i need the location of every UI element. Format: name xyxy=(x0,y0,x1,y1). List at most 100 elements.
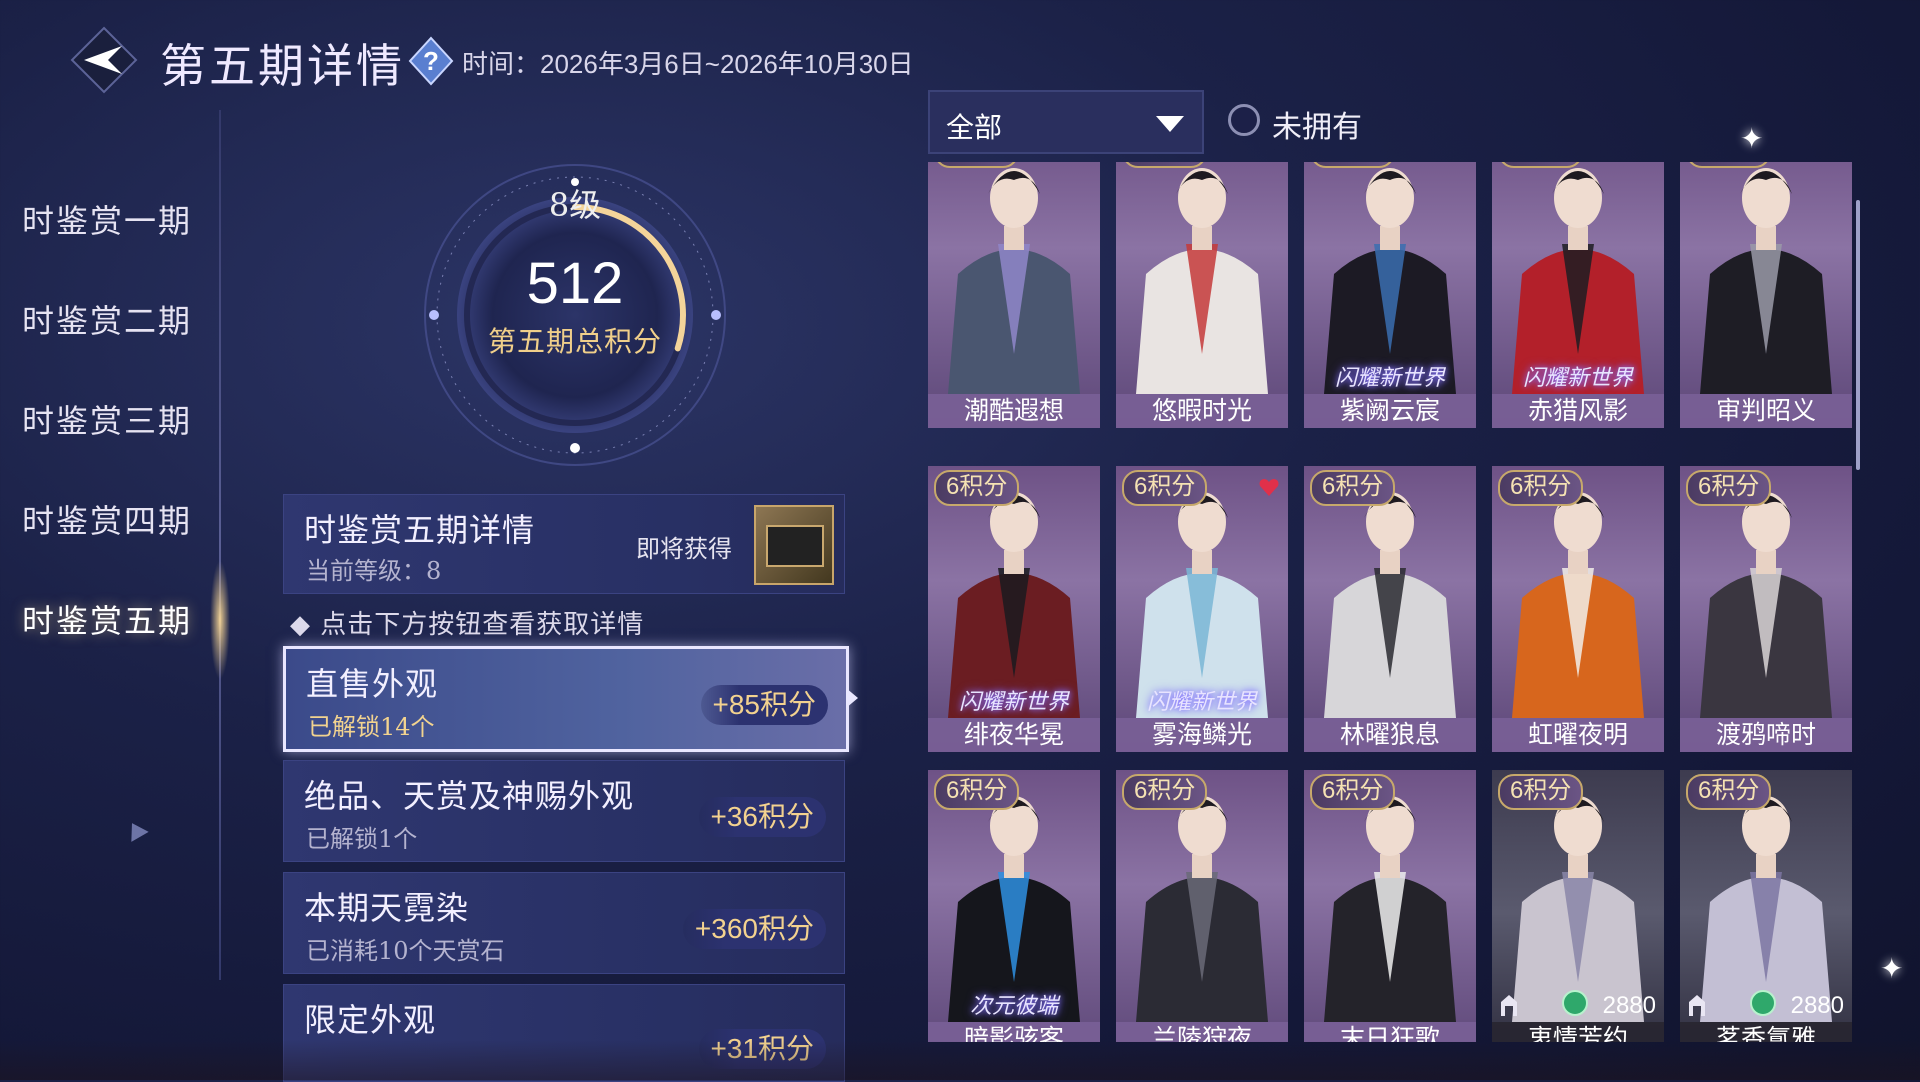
page-title: 第五期详情 xyxy=(160,39,405,93)
chevron-down-icon xyxy=(1156,116,1184,132)
help-button[interactable]: ? xyxy=(408,36,454,86)
outfit-name: 衷情芳约 xyxy=(1492,1022,1664,1042)
character-portrait xyxy=(1512,492,1644,718)
category-score: +85积分 xyxy=(700,685,828,725)
sparkle-decoration: ✦ xyxy=(1880,952,1904,985)
category-premium[interactable]: 绝品、天赏及神赐外观 已解锁1个 +36积分 xyxy=(283,760,845,862)
sidebar-item-season-1[interactable]: 时鉴赏一期 xyxy=(22,196,192,242)
outfit-name: 悠暇时光 xyxy=(1116,394,1288,428)
outfit-card[interactable]: 6积分潮酷遐想 xyxy=(928,162,1100,428)
character-portrait xyxy=(948,168,1080,394)
outfit-card[interactable]: 6积分悠暇时光 xyxy=(1116,162,1288,428)
category-subtitle: 已解锁1个 xyxy=(306,825,418,853)
price: 2880 xyxy=(1602,992,1656,1019)
sidebar-item-season-4[interactable]: 时鉴赏四期 xyxy=(22,496,192,542)
outfit-card[interactable]: 6积分次元彼端暗影骇客 xyxy=(928,770,1100,1042)
question-icon: ? xyxy=(408,36,454,86)
outfit-name: 紫阙云宸 xyxy=(1304,394,1476,428)
category-subtitle: 已消耗10个天赏石 xyxy=(306,937,505,965)
category-direct-sale[interactable]: 直售外观 已解锁14个 +85积分 xyxy=(283,646,849,752)
outfit-card[interactable]: 6积分 2880 衷情芳约 xyxy=(1492,770,1664,1042)
currency-icon xyxy=(1750,990,1776,1016)
sparkle-decoration: ✦ xyxy=(1740,122,1764,155)
total-score-label: 第五期总积分 xyxy=(487,325,662,358)
outfit-name: 林曜狼息 xyxy=(1304,718,1476,752)
points-badge: 6积分 xyxy=(934,162,1020,168)
outfit-name: 雾海鳞光 xyxy=(1116,718,1288,752)
outfit-card[interactable]: 6积分闪耀新世界紫阙云宸 xyxy=(1304,162,1476,428)
collection-tag: 闪耀新世界 xyxy=(1522,366,1633,391)
total-score: 512 xyxy=(526,251,624,316)
season-detail-panel[interactable]: 时鉴赏五期详情 当前等级：8 即将获得 xyxy=(283,494,845,594)
outfit-name: 暗影骇客 xyxy=(928,1022,1100,1042)
points-badge: 6积分 xyxy=(1122,774,1208,810)
sidebar-divider xyxy=(219,110,221,980)
lock-icon xyxy=(1501,995,1517,1016)
outfit-name: 绯夜华冕 xyxy=(928,718,1100,752)
points-badge: 6积分 xyxy=(1498,774,1584,810)
character-portrait xyxy=(1324,492,1456,718)
points-badge: 6积分 xyxy=(1310,774,1396,810)
collection-tag: 闪耀新世界 xyxy=(1334,366,1445,391)
character-portrait xyxy=(1700,168,1832,394)
category-title: 直售外观 xyxy=(306,665,439,703)
points-badge: 6积分 xyxy=(1686,774,1772,810)
points-badge: 6积分 xyxy=(1310,162,1396,168)
price: 2880 xyxy=(1790,992,1844,1019)
outfit-name: 审判昭义 xyxy=(1680,394,1852,428)
not-owned-radio[interactable] xyxy=(1228,104,1260,136)
filter-selected: 全部 xyxy=(946,111,1003,144)
score-ring: 8级 512 第五期总积分 xyxy=(420,160,730,470)
outfit-card[interactable]: 6积分闪耀新世界赤猎风影 xyxy=(1492,162,1664,428)
category-title: 绝品、天赏及神赐外观 xyxy=(304,777,635,815)
category-subtitle: 已解锁14个 xyxy=(308,713,435,741)
points-badge: 6积分 xyxy=(1686,470,1772,506)
outfit-card[interactable]: 6积分 末日狂歌 xyxy=(1304,770,1476,1042)
outfit-name: 赤猎风影 xyxy=(1492,394,1664,428)
currency-icon xyxy=(1562,990,1588,1016)
outfit-card[interactable]: 6积分审判昭义 xyxy=(1680,162,1852,428)
collection-tag: 闪耀新世界 xyxy=(958,690,1069,715)
sidebar-item-season-3[interactable]: 时鉴赏三期 xyxy=(22,396,192,442)
lock-icon xyxy=(1689,995,1705,1016)
outfit-grid: 6积分潮酷遐想6积分悠暇时光6积分闪耀新世界紫阙云宸6积分闪耀新世界赤猎风影6积… xyxy=(928,162,1858,1042)
outfit-name: 渡鸦啼时 xyxy=(1680,718,1852,752)
back-button[interactable] xyxy=(68,24,140,96)
category-title: 限定外观 xyxy=(304,1001,437,1039)
outfit-name: 虹曜夜明 xyxy=(1492,718,1664,752)
triangle-decoration xyxy=(123,818,149,842)
date-range: 时间：2026年3月6日~2026年10月30日 xyxy=(462,49,914,79)
category-dye[interactable]: 本期天霓染 已消耗10个天赏石 +360积分 xyxy=(283,872,845,974)
outfit-card[interactable]: 6积分 兰陵狩夜 xyxy=(1116,770,1288,1042)
heart-icon xyxy=(1259,479,1279,496)
points-badge: 6积分 xyxy=(934,470,1020,506)
scrollbar[interactable] xyxy=(1856,200,1860,470)
current-level: 当前等级：8 xyxy=(306,557,442,585)
character-portrait xyxy=(1136,796,1268,1022)
bottom-shade xyxy=(0,1040,1920,1080)
collection-tag: 次元彼端 xyxy=(969,994,1058,1019)
filter-dropdown[interactable]: 全部 xyxy=(928,90,1204,154)
points-badge: 6积分 xyxy=(1498,470,1584,506)
points-badge: 6积分 xyxy=(1686,162,1772,168)
outfit-card[interactable]: 6积分 2880 茗香氲雅 xyxy=(1680,770,1852,1042)
character-portrait xyxy=(1324,796,1456,1022)
hint-text: ◆ 点击下方按钮查看获取详情 xyxy=(290,610,645,640)
sidebar-item-season-5[interactable]: 时鉴赏五期 xyxy=(22,596,192,642)
selected-arrow-icon xyxy=(846,688,858,708)
outfit-card[interactable]: 6积分渡鸦啼时 xyxy=(1680,466,1852,752)
outfit-card[interactable]: 6积分 闪耀新世界 雾海鳞光 xyxy=(1116,466,1288,752)
outfit-card[interactable]: 6积分虹曜夜明 xyxy=(1492,466,1664,752)
points-badge: 6积分 xyxy=(934,774,1020,810)
level-label: 8级 xyxy=(548,186,602,224)
outfit-card[interactable]: 6积分 林曜狼息 xyxy=(1304,466,1476,752)
outfit-card[interactable]: 6积分闪耀新世界绯夜华冕 xyxy=(928,466,1100,752)
not-owned-label[interactable]: 未拥有 xyxy=(1272,102,1362,146)
points-badge: 6积分 xyxy=(1498,162,1584,168)
detail-title: 时鉴赏五期详情 xyxy=(304,511,536,549)
points-badge: 6积分 xyxy=(1122,162,1208,168)
outfit-name: 潮酷遐想 xyxy=(928,394,1100,428)
category-title: 本期天霓染 xyxy=(304,889,470,927)
upcoming-reward-icon[interactable] xyxy=(754,505,834,585)
sidebar-item-season-2[interactable]: 时鉴赏二期 xyxy=(22,296,192,342)
